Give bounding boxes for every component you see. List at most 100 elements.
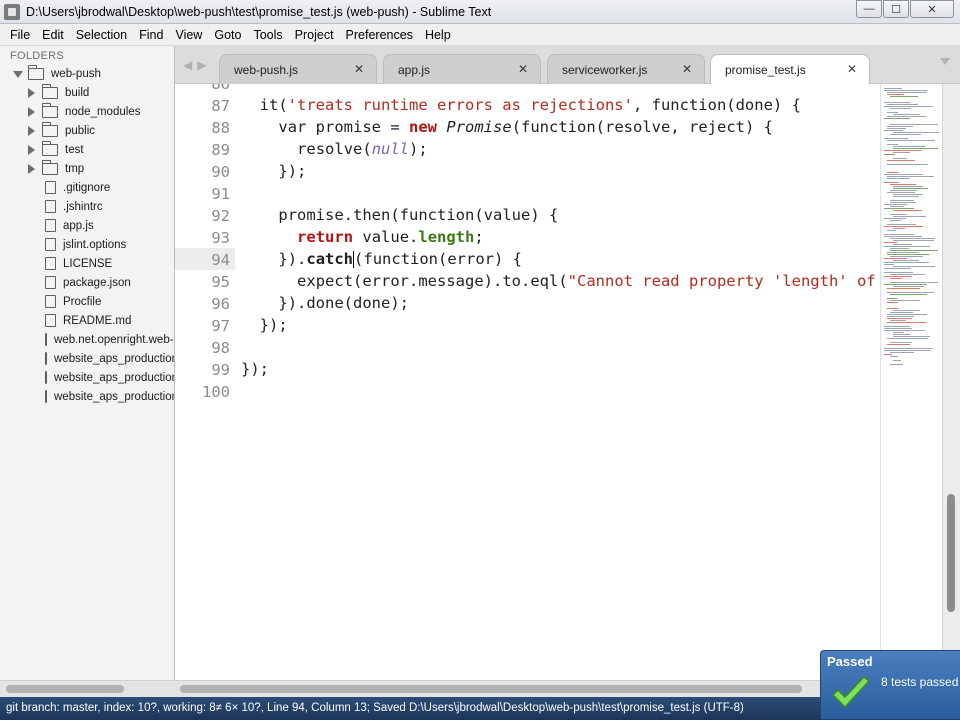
minimap-line <box>887 288 920 289</box>
code-line[interactable]: expect(error.message).to.eql("Cannot rea… <box>297 270 880 292</box>
code-line[interactable]: promise.then(function(value) { <box>278 204 558 226</box>
minimap-line <box>893 334 910 335</box>
folder-icon <box>42 140 58 156</box>
code-line[interactable]: }); <box>241 358 269 380</box>
code-line[interactable]: }); <box>260 314 288 336</box>
minimap-line <box>884 150 921 151</box>
expanded-triangle-icon[interactable] <box>12 69 23 79</box>
tree-file[interactable]: website_aps_production <box>0 349 174 368</box>
minimap-line <box>893 216 926 217</box>
sidebar-horizontal-scrollbar-thumb[interactable] <box>6 685 124 693</box>
code-line[interactable]: return value.length; <box>297 226 484 248</box>
minimap-line <box>893 360 901 361</box>
close-window-button[interactable]: ✕ <box>910 0 954 18</box>
line-number: 100 <box>202 383 230 401</box>
tab-app-js[interactable]: app.js ✕ <box>383 54 541 84</box>
menu-view[interactable]: View <box>169 24 208 46</box>
menu-help[interactable]: Help <box>419 24 457 46</box>
collapsed-triangle-icon[interactable] <box>26 125 36 136</box>
menu-selection[interactable]: Selection <box>70 24 133 46</box>
minimap-line <box>890 96 918 97</box>
tree-file[interactable]: package.json <box>0 273 174 292</box>
tree-item-label: .jshintrc <box>63 200 103 213</box>
vertical-scrollbar[interactable] <box>942 84 960 680</box>
tree-file[interactable]: .jshintrc <box>0 197 174 216</box>
tree-file[interactable]: .gitignore <box>0 178 174 197</box>
minimap-line <box>884 284 927 285</box>
test-result-notification[interactable]: Passed 8 tests passed <box>820 650 960 720</box>
tree-file[interactable]: LICENSE <box>0 254 174 273</box>
code-token: new <box>409 118 438 136</box>
tree-folder-public[interactable]: public <box>0 121 174 140</box>
code-token: (function(error) { <box>354 250 523 268</box>
menu-edit[interactable]: Edit <box>36 24 70 46</box>
tab-close-icon[interactable]: ✕ <box>518 62 528 76</box>
minimap-line <box>893 114 920 115</box>
code-line[interactable]: }).done(done); <box>278 292 409 314</box>
menu-file[interactable]: File <box>4 24 36 46</box>
minimap-line <box>890 134 921 135</box>
tree-folder-test[interactable]: test <box>0 140 174 159</box>
tree-folder-tmp[interactable]: tmp <box>0 159 174 178</box>
minimap-line <box>884 138 908 139</box>
code-line[interactable]: }).catch(function(error) { <box>278 248 522 270</box>
minimap-line <box>887 302 898 303</box>
tree-file[interactable]: app.js <box>0 216 174 235</box>
minimize-button[interactable]: — <box>856 0 882 18</box>
tab-close-icon[interactable]: ✕ <box>847 62 857 76</box>
tree-file[interactable]: web.net.openright.web-push <box>0 330 174 349</box>
tab-promise-test-js[interactable]: promise_test.js ✕ <box>710 54 870 84</box>
tree-file[interactable]: Procfile <box>0 292 174 311</box>
minimap-line <box>890 274 925 275</box>
title-bar: D:\Users\jbrodwal\Desktop\web-push\test\… <box>0 0 960 24</box>
tree-item-label: web.net.openright.web-push <box>54 333 174 346</box>
collapsed-triangle-icon[interactable] <box>26 163 36 174</box>
minimap[interactable] <box>880 84 942 680</box>
tab-scroll-arrows-icon[interactable]: ◀▶ <box>183 58 211 72</box>
code-token: }); <box>241 360 269 378</box>
menu-project[interactable]: Project <box>289 24 340 46</box>
minimap-line <box>887 178 910 179</box>
tree-item-label: tmp <box>65 162 85 175</box>
sublime-app-icon <box>4 3 20 20</box>
minimap-line <box>893 132 939 133</box>
menu-tools[interactable]: Tools <box>247 24 288 46</box>
tree-file[interactable]: website_aps_production <box>0 368 174 387</box>
code-token: it( <box>259 96 288 114</box>
maximize-button[interactable]: ☐ <box>883 0 909 18</box>
tree-item-label: website_aps_production <box>54 371 175 384</box>
line-number: 97 <box>211 317 230 335</box>
minimap-line <box>893 196 919 197</box>
tree-file[interactable]: jslint.options <box>0 235 174 254</box>
minimap-line <box>887 224 916 225</box>
minimap-line <box>890 220 901 221</box>
menu-preferences[interactable]: Preferences <box>340 24 419 46</box>
minimap-line <box>884 326 910 327</box>
menu-goto[interactable]: Goto <box>208 24 247 46</box>
tree-root-folder[interactable]: web-push <box>0 64 174 83</box>
tab-close-icon[interactable]: ✕ <box>682 62 692 76</box>
folder-icon <box>42 159 58 175</box>
tree-file[interactable]: website_aps_production <box>0 387 174 406</box>
minimap-line <box>893 286 924 287</box>
minimap-line <box>893 260 919 261</box>
tree-file[interactable]: README.md <box>0 311 174 330</box>
tab-menu-chevron-down-icon[interactable] <box>940 58 950 65</box>
tab-web-push-js[interactable]: web-push.js ✕ <box>219 54 377 84</box>
tree-folder-build[interactable]: build <box>0 83 174 102</box>
code-line[interactable]: resolve(null); <box>297 138 428 160</box>
tab-serviceworker-js[interactable]: serviceworker.js ✕ <box>547 54 705 84</box>
editor-horizontal-scrollbar-thumb[interactable] <box>180 685 802 693</box>
code-line[interactable]: }); <box>278 160 306 182</box>
collapsed-triangle-icon[interactable] <box>26 87 36 98</box>
vertical-scrollbar-thumb[interactable] <box>947 494 955 612</box>
minimap-line <box>884 226 923 227</box>
tree-folder-node-modules[interactable]: node_modules <box>0 102 174 121</box>
code-line[interactable]: var promise = new Promise(function(resol… <box>278 116 773 138</box>
menu-find[interactable]: Find <box>133 24 169 46</box>
collapsed-triangle-icon[interactable] <box>26 144 36 155</box>
tab-close-icon[interactable]: ✕ <box>354 62 364 76</box>
code-line[interactable]: it('treats runtime errors as rejections'… <box>260 94 801 116</box>
code-editor[interactable]: 86 87 88 89 90 91 92 93 94 95 96 97 98 99 100 it('trea… <box>175 84 880 680</box>
collapsed-triangle-icon[interactable] <box>26 106 36 117</box>
